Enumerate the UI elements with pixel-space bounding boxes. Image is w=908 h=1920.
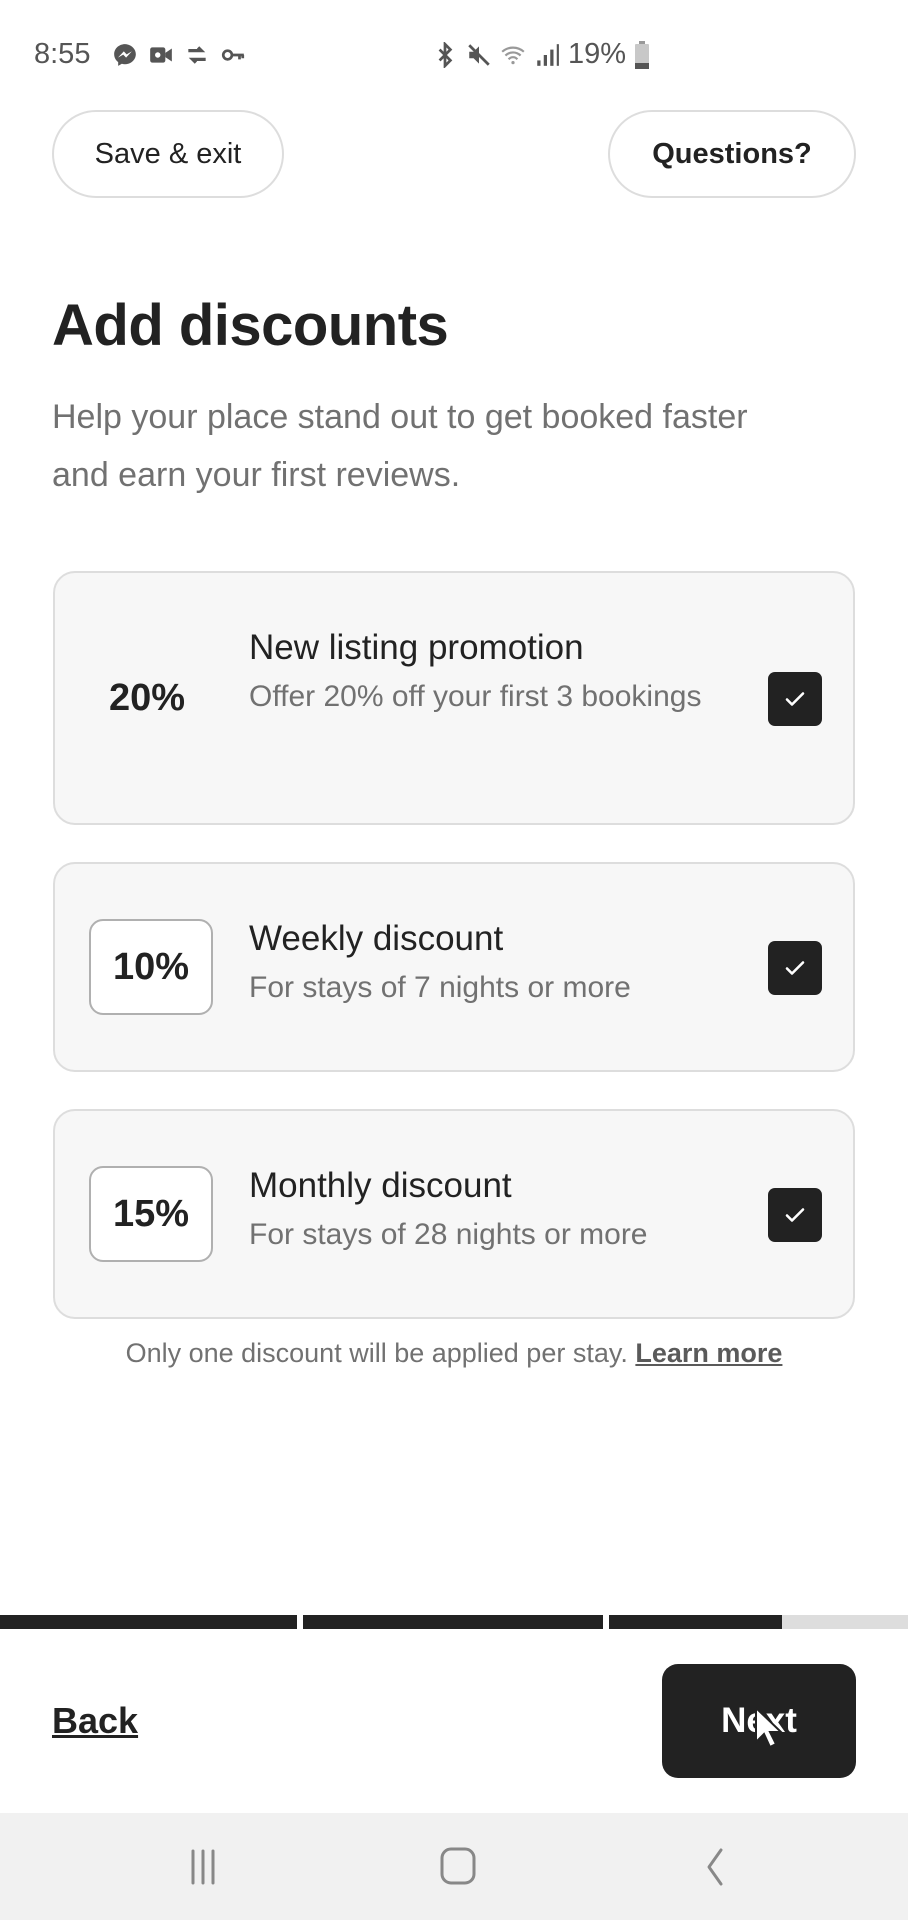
discount-footnote: Only one discount will be applied per st… [0,1338,908,1369]
bluetooth-icon [438,41,453,68]
discount-text: New listing promotion Offer 20% off your… [249,625,729,719]
battery-icon [635,40,650,69]
progress-segment-fill [609,1615,783,1629]
discount-title: Monthly discount [249,1166,512,1205]
discount-title: New listing promotion [249,628,584,667]
video-call-icon [150,47,172,63]
progress-segment-3 [609,1615,908,1629]
progress-segment-fill [303,1615,603,1629]
status-bar: 8:55 19% [0,0,908,110]
discount-card-new-listing[interactable]: 20% New listing promotion Offer 20% off … [53,571,855,825]
vpn-key-icon [221,49,245,61]
progress-bar [0,1615,908,1629]
status-notification-icons [112,42,246,68]
page-title: Add discounts [52,293,449,358]
system-back-button[interactable] [684,1845,744,1889]
signal-icon [537,43,559,66]
learn-more-link[interactable]: Learn more [635,1338,782,1368]
system-nav-bar [0,1813,908,1920]
recent-apps-icon [191,1849,215,1885]
discount-description: For stays of 28 nights or more [249,1218,648,1251]
save-exit-button[interactable]: Save & exit [52,110,284,198]
discount-description: Offer 20% off your first 3 bookings [249,680,702,713]
discount-percent: 20% [109,677,186,719]
checkmark-icon [785,692,805,706]
sync-icon [188,46,206,64]
discount-percent-input[interactable]: 15% [89,1166,213,1262]
discount-title: Weekly discount [249,919,504,958]
discount-text: Weekly discount For stays of 7 nights or… [249,916,729,1010]
battery-percent: 19% [568,38,627,70]
discount-description: For stays of 7 nights or more [249,971,631,1004]
checkmark-icon [785,1208,805,1222]
mute-icon [468,43,490,66]
status-time: 8:55 [34,38,91,70]
checkmark-icon [785,961,805,975]
back-button[interactable]: Back [52,1700,138,1742]
discount-card-monthly[interactable]: 15% Monthly discount For stays of 28 nig… [53,1109,855,1319]
messenger-icon [114,44,136,66]
discount-checkbox[interactable] [768,672,822,726]
progress-segment-1 [0,1615,297,1629]
back-icon [707,1848,723,1886]
discount-percent-input[interactable]: 10% [89,919,213,1015]
footnote-text: Only one discount will be applied per st… [125,1338,628,1368]
questions-button[interactable]: Questions? [608,110,856,198]
home-icon [440,1847,476,1885]
discount-checkbox[interactable] [768,1188,822,1242]
discount-text: Monthly discount For stays of 28 nights … [249,1163,729,1257]
progress-segment-2 [303,1615,603,1629]
progress-segment-fill [0,1615,297,1629]
discount-card-weekly[interactable]: 10% Weekly discount For stays of 7 night… [53,862,855,1072]
recent-apps-button[interactable] [173,1845,233,1889]
home-button[interactable] [428,1845,488,1889]
mouse-cursor-icon [755,1706,784,1749]
status-system-icons: 19% [432,38,650,71]
wifi-icon [501,46,525,64]
page-subtitle: Help your place stand out to get booked … [52,398,748,494]
discount-checkbox[interactable] [768,941,822,995]
